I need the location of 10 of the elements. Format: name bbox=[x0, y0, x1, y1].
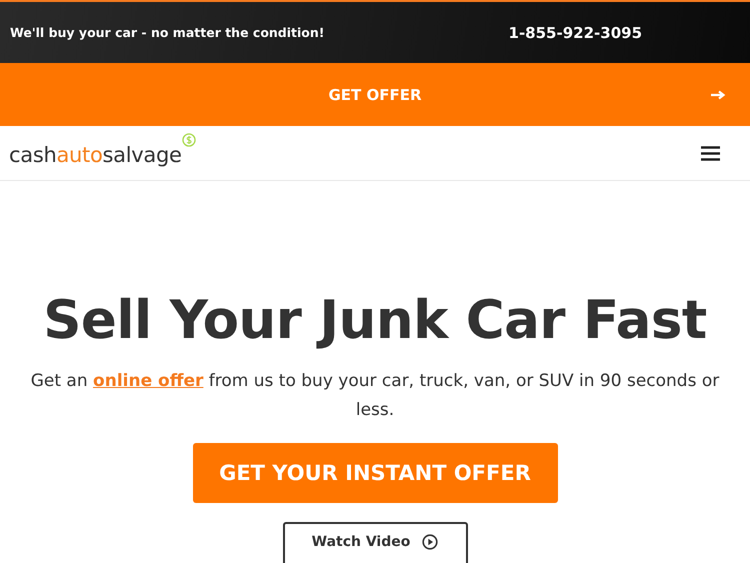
watch-video-button[interactable]: Watch Video bbox=[282, 522, 468, 563]
menu-icon[interactable] bbox=[701, 146, 720, 160]
hero-heading: Sell Your Junk Car Fast bbox=[43, 289, 707, 353]
intro-text: Get an online offer from us to buy your car, truck, van, or SUV in 90 seconds or less. bbox=[30, 370, 720, 422]
logo[interactable]: cashautosalvage bbox=[9, 143, 182, 167]
dollar-coin-icon bbox=[182, 133, 196, 147]
arrow-icon bbox=[711, 90, 726, 100]
phone-link[interactable]: 1-855-922-3095 bbox=[508, 24, 642, 42]
play-icon bbox=[422, 534, 438, 550]
tagline: We'll buy your car - no matter the condition! bbox=[10, 25, 326, 40]
